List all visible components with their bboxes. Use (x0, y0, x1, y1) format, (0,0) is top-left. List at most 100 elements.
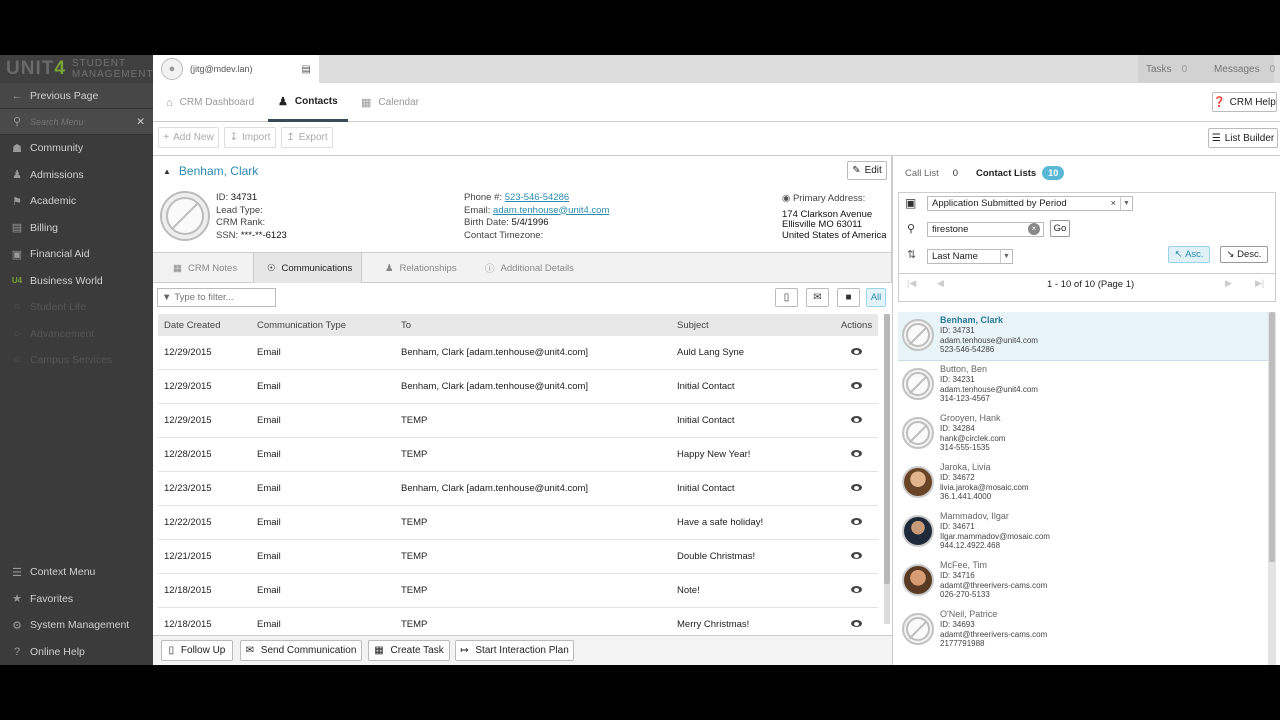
sidebar-item-academic[interactable]: ⚑ Academic (0, 188, 153, 215)
sidebar-item-favorites[interactable]: ★ Favorites (0, 586, 153, 613)
table-row[interactable]: 12/21/2015 Email TEMP Double Christmas! (158, 540, 878, 574)
user-area[interactable]: ● (jitg@mdev.lan) ▤ (153, 55, 319, 83)
table-cell: 12/28/2015 (164, 449, 212, 460)
search-menu-input[interactable] (30, 116, 130, 127)
tab-crm-notes[interactable]: ▦ CRM Notes (173, 253, 237, 283)
first-page-icon[interactable]: |◀ (907, 278, 916, 289)
tab-call-list[interactable]: Call List 0 (905, 156, 958, 190)
sidebar-item-business-world[interactable]: U4 Business World (0, 268, 153, 295)
filter-input[interactable] (174, 292, 271, 303)
sort-select[interactable]: Last Name ▼ (927, 249, 1013, 264)
sidebar-item-context-menu[interactable]: ☰ Context Menu (0, 559, 153, 586)
academic-icon: ⚑ (12, 195, 22, 208)
follow-up-button[interactable]: ▯ Follow Up (161, 640, 233, 661)
tab-contact-lists[interactable]: Contact Lists 10 (976, 156, 1065, 190)
next-page-icon[interactable]: ▶ (1225, 278, 1232, 289)
all-filter-button[interactable]: All (866, 288, 886, 307)
gear-icon: ⚙ (12, 619, 22, 632)
table-row[interactable]: 12/29/2015 Email Benham, Clark [adam.tenho… (158, 336, 878, 370)
table-row[interactable]: 12/18/2015 Email TEMP Note! (158, 574, 878, 608)
create-task-button[interactable]: ▦ Create Task (368, 640, 450, 661)
page-info: 1 - 10 of 10 (Page 1) (1047, 279, 1135, 290)
table-row[interactable]: 12/18/2015 Email TEMP Merry Christmas! (158, 608, 878, 635)
email-link[interactable]: adam.tenhouse@unit4.com (493, 205, 609, 216)
view-eye-icon[interactable] (851, 450, 862, 457)
sidebar-item-billing[interactable]: ▤ Billing (0, 215, 153, 242)
contact-list-item[interactable]: McFee, Tim ID: 34716 adamt@threerivers-cam… (898, 557, 1268, 606)
view-eye-icon[interactable] (851, 586, 862, 593)
financial-aid-icon: ▣ (11, 248, 23, 261)
contact-list-scrollbar[interactable] (1268, 312, 1276, 665)
view-eye-icon[interactable] (851, 348, 862, 355)
contact-lists-panel: Call List 0 Contact Lists 10 ▣ Application… (892, 156, 1280, 665)
table-cell: 12/22/2015 (164, 517, 212, 528)
address-book-icon: ▣ (905, 196, 917, 210)
contact-list-item[interactable]: Grooyen, Hank ID: 34284 hank@circlek.com 31… (898, 410, 1268, 459)
clear-search-icon[interactable]: × (1028, 223, 1040, 235)
import-button[interactable]: ↧ Import (224, 127, 276, 148)
table-cell: TEMP (401, 619, 428, 630)
messages-button[interactable]: Messages 0 (1206, 55, 1275, 83)
view-eye-icon[interactable] (851, 552, 862, 559)
phone-link[interactable]: 523-546-54286 (505, 192, 569, 203)
last-page-icon[interactable]: ▶| (1255, 278, 1264, 289)
table-scrollbar[interactable] (884, 314, 890, 624)
list-builder-button[interactable]: ☰ List Builder (1208, 128, 1278, 148)
list-select[interactable]: Application Submitted by Period × ▼ (927, 196, 1133, 211)
close-icon[interactable]: ✕ (136, 116, 145, 128)
id-card-icon[interactable]: ▤ (302, 64, 311, 75)
contact-list-item[interactable]: Button, Ben ID: 34231 adam.tenhouse@unit4.… (898, 361, 1268, 410)
previous-page-button[interactable]: ← Previous Page (0, 83, 153, 109)
contact-list-item[interactable]: Jaroka, Livia ID: 34672 livia.jaroka@mosai… (898, 459, 1268, 508)
task-icon: ▦ (374, 645, 384, 656)
tab-communications[interactable]: ☉ Communications (253, 253, 362, 283)
view-eye-icon[interactable] (851, 620, 862, 627)
business-world-icon: U4 (11, 276, 23, 286)
view-eye-icon[interactable] (851, 382, 862, 389)
contact-list-item[interactable]: Mammadov, Ilgar ID: 34671 Ilgar.mammadov@m… (898, 508, 1268, 557)
filter-icon: ▼ (162, 292, 172, 303)
start-interaction-plan-button[interactable]: ↦ Start Interaction Plan (455, 640, 574, 661)
view-eye-icon[interactable] (851, 484, 862, 491)
view-eye-icon[interactable] (851, 416, 862, 423)
go-button[interactable]: Go (1050, 220, 1070, 237)
sort-asc-button[interactable]: ↖ Asc. (1168, 246, 1210, 263)
sidebar-item-system-management[interactable]: ⚙ System Management (0, 612, 153, 639)
table-row[interactable]: 12/28/2015 Email TEMP Happy New Year! (158, 438, 878, 472)
phone-filter-icon[interactable]: ▯ (775, 288, 798, 307)
crm-help-button[interactable]: ❓ CRM Help (1212, 92, 1277, 112)
help-icon: ❓ (1213, 96, 1226, 108)
tab-contacts[interactable]: ♟ Contacts (268, 83, 348, 122)
table-row[interactable]: 12/23/2015 Email Benham, Clark [adam.tenho… (158, 472, 878, 506)
prev-page-icon[interactable]: ◀ (937, 278, 944, 289)
view-eye-icon[interactable] (851, 518, 862, 525)
clear-icon: × (1110, 198, 1116, 209)
contact-list-item[interactable]: O'Neil, Patrice ID: 34693 adamt@threeriver… (898, 606, 1268, 655)
import-icon: ↧ (229, 132, 239, 143)
sidebar-item-online-help[interactable]: ? Online Help (0, 639, 153, 666)
table-row[interactable]: 12/22/2015 Email TEMP Have a safe holiday! (158, 506, 878, 540)
letter-filter-icon[interactable]: ■ (837, 288, 860, 307)
sidebar-item-admissions[interactable]: ♟ Admissions (0, 162, 153, 189)
table-row[interactable]: 12/29/2015 Email TEMP Initial Contact (158, 404, 878, 438)
email-filter-icon[interactable]: ✉ (806, 288, 829, 307)
billing-icon: ▤ (11, 222, 23, 235)
tab-calendar[interactable]: ▦ Calendar (361, 83, 419, 122)
sort-desc-button[interactable]: ↘ Desc. (1220, 246, 1268, 263)
tasks-button[interactable]: Tasks 0 (1138, 55, 1206, 83)
send-communication-button[interactable]: ✉ Send Communication (240, 640, 362, 661)
contact-ids: ID: 34731 Lead Type: CRM Rank: SSN: ***-… (216, 192, 287, 241)
contact-header[interactable]: ▲ Benham, Clark (163, 164, 258, 178)
tab-relationships[interactable]: ♟ Relationships (385, 253, 457, 283)
tab-crm-dashboard[interactable]: ⌂ CRM Dashboard (166, 83, 254, 122)
sidebar-item-community[interactable]: ☗ Community (0, 135, 153, 162)
context-menu-icon: ☰ (12, 566, 22, 579)
contact-search-input[interactable]: firestone × (927, 222, 1044, 237)
tab-additional-details[interactable]: ⓘ Additional Details (485, 253, 574, 283)
export-button[interactable]: ↥ Export (281, 127, 333, 148)
sidebar-item-financial-aid[interactable]: ▣ Financial Aid (0, 241, 153, 268)
edit-button[interactable]: ✎ Edit (847, 161, 887, 180)
contact-list-item[interactable]: Benham, Clark ID: 34731 adam.tenhouse@unit… (898, 312, 1268, 361)
table-row[interactable]: 12/29/2015 Email Benham, Clark [adam.tenho… (158, 370, 878, 404)
add-new-button[interactable]: + Add New (158, 127, 219, 148)
